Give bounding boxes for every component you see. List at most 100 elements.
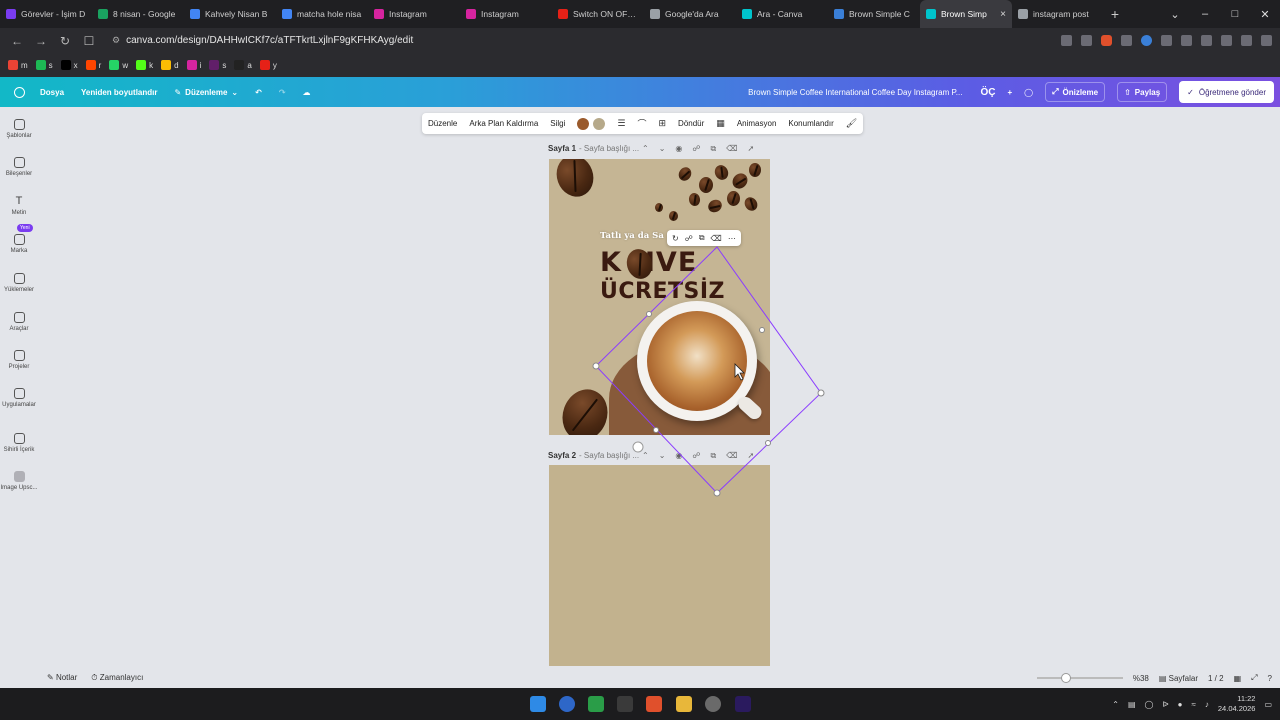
color-swatch-brown[interactable] [577,117,590,130]
notifications-icon[interactable]: ▭ [1264,700,1272,709]
send-to-teacher-button[interactable]: ✓ Öğretmene gönder [1179,81,1274,103]
sidebar-item-apps[interactable]: Uygulamalar [0,388,38,408]
coffee-bean-image[interactable] [555,383,615,435]
sidebar-item-templates[interactable]: Şablonlar [0,119,38,139]
cloud-save-icon[interactable]: ☁ [303,88,311,97]
sidebar-item-magic-media[interactable]: Sihirli İçerik [0,433,38,453]
page-1-canvas[interactable]: Tatlı ya da Sa K HVE ÜCRETSİZ [549,159,770,435]
bookmark-item[interactable]: s [209,60,226,70]
app-icon[interactable] [705,696,721,712]
rotate-element-icon[interactable]: ↻ [672,234,679,243]
new-tab-button[interactable]: + [1104,6,1126,22]
page-1-title-field[interactable]: - Sayfa başlığı ... [579,144,639,153]
file-explorer-icon[interactable] [676,696,692,712]
maximize-icon[interactable]: □ [1220,0,1250,28]
duplicate-element-icon[interactable]: ⧉ [699,233,705,243]
menu-icon[interactable] [1261,35,1272,46]
duplicate-page-icon[interactable]: ⧉ [711,451,717,461]
more-options-icon[interactable]: ⋯ [728,234,736,243]
page-count[interactable]: 1 / 2 [1208,674,1224,683]
lock-icon[interactable]: ☍ [692,451,700,461]
sidebar-item-brand[interactable]: Marka Yeni [0,224,38,254]
resize-menu[interactable]: Yeniden boyutlandır [81,88,157,97]
app-icon[interactable] [559,696,575,712]
lock-icon[interactable]: ☍ [692,144,700,154]
chevron-up-icon[interactable]: ⌃ [642,144,649,154]
zoom-level[interactable]: %38 [1133,674,1149,683]
bookmark-item[interactable]: r [85,60,101,70]
sidebar-item-uploads[interactable]: Yüklemeler [0,273,38,293]
coffee-cup-image[interactable] [637,301,765,422]
tab-search-icon[interactable]: ⌄ [1160,0,1190,28]
extension-icon[interactable] [1161,35,1172,46]
page-2-canvas[interactable] [549,465,770,666]
small-tagline-text[interactable]: Tatlı ya da Sa [600,231,664,241]
rotate-button[interactable]: Döndür [678,119,704,128]
sidebar-icon[interactable] [1221,35,1232,46]
lock-element-icon[interactable]: ☍ [685,234,693,243]
app-icon[interactable] [588,696,604,712]
bookmark-item[interactable]: a [234,60,252,70]
browser-tab[interactable]: instagram post [1012,0,1104,28]
extension-icon[interactable] [1141,35,1152,46]
puzzle-icon[interactable] [1201,35,1212,46]
zoom-slider[interactable] [1036,673,1123,683]
avatar[interactable]: ÖÇ [980,87,995,98]
close-window-icon[interactable]: ✕ [1250,0,1280,28]
zoom-slider-knob[interactable] [1060,673,1071,683]
reload-icon[interactable]: ↻ [56,32,74,50]
sidebar-item-elements[interactable]: Bileşenler [0,157,38,177]
redo-icon[interactable]: ↷ [279,88,286,97]
brave-shields-icon[interactable] [1101,35,1112,46]
site-info-icon[interactable]: ⚙ [112,35,120,46]
app-icon[interactable] [617,696,633,712]
sidebar-item-tools[interactable]: Araçlar [0,312,38,332]
undo-icon[interactable]: ↶ [255,88,262,97]
forward-icon[interactable]: → [32,32,50,50]
browser-tab[interactable]: Görevler - İşim D [0,0,92,28]
sidebar-item-image-upscaler[interactable]: Image Upsc... [0,471,38,491]
duplicate-page-icon[interactable]: ⧉ [711,144,717,154]
position-button[interactable]: Konumlandır [788,119,833,128]
chevron-up-icon[interactable]: ⌃ [1112,700,1119,709]
share-page-icon[interactable] [1081,35,1092,46]
bookmark-item[interactable]: k [136,60,153,70]
eraser-button[interactable]: Silgi [550,119,565,128]
delete-page-icon[interactable]: ⌫ [726,144,737,154]
bookmark-item[interactable]: w [109,60,128,70]
minimize-icon[interactable]: – [1190,0,1220,28]
media-icon[interactable] [1241,35,1252,46]
extension-icon[interactable] [1181,35,1192,46]
extension-icon[interactable] [1121,35,1132,46]
pages-button[interactable]: ▤ Sayfalar [1159,674,1198,683]
notes-button[interactable]: ✎ Notlar [47,673,77,683]
line-weight-icon[interactable]: ☰ [617,118,625,129]
add-page-icon[interactable]: ➚ [748,451,755,461]
comment-icon[interactable]: ◯ [1024,88,1033,97]
clock[interactable]: 11:22 24.04.2026 [1218,694,1256,714]
file-menu[interactable]: Dosya [40,88,64,97]
bookmark-icon[interactable]: ☐ [80,32,98,50]
browser-tab[interactable]: matcha hole nisa [276,0,368,28]
bookmark-item[interactable]: x [60,60,78,70]
bookmark-item[interactable]: s [35,60,53,70]
browser-tab[interactable]: Brown Simple C [828,0,920,28]
share-button[interactable]: ⇧ Paylaş [1117,82,1168,102]
transparency-icon[interactable]: ▦ [716,118,725,129]
chevron-up-icon[interactable]: ⌃ [642,451,649,461]
corner-rounding-icon[interactable]: ⌒ [637,117,646,130]
browser-tab[interactable]: Instagram [368,0,460,28]
animation-button[interactable]: Animasyon [737,119,777,128]
premiere-pro-icon[interactable] [735,696,751,712]
eye-icon[interactable]: ◉ [675,451,682,461]
page-2-title-field[interactable]: - Sayfa başlığı ... [579,451,639,460]
browser-tab[interactable]: 8 nisan - Google [92,0,184,28]
edit-menu[interactable]: ✎ Düzenleme ⌄ [174,88,238,97]
chevron-down-icon[interactable]: ⌄ [659,451,666,461]
url-field[interactable]: ⚙ canva.com/design/DAHHwICKf7c/aTFTkrtLx… [112,31,1055,50]
grid-view-icon[interactable]: ▦ [1234,674,1242,683]
browser-tab[interactable]: Ara - Canva [736,0,828,28]
volume-icon[interactable]: ♪ [1205,700,1209,709]
bluetooth-icon[interactable]: ᐉ [1163,700,1169,709]
bookmark-item[interactable]: d [161,60,179,70]
